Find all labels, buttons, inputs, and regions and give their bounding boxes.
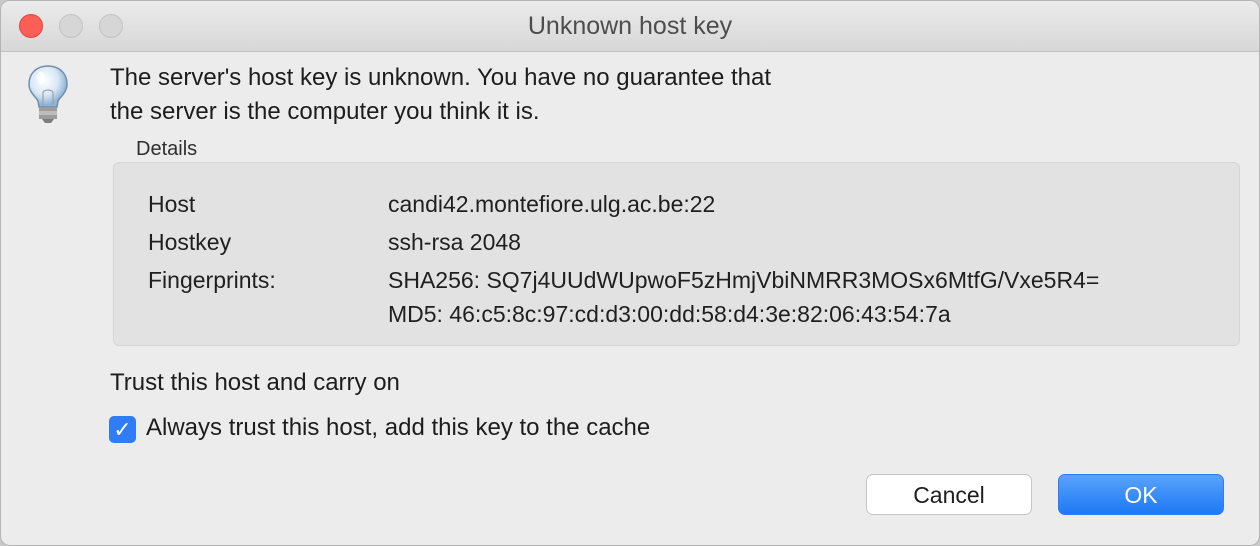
details-group-label: Details — [136, 138, 198, 160]
title-bar[interactable]: Unknown host key — [1, 1, 1259, 52]
warning-message-line-2: the server is the computer you think it … — [110, 98, 540, 125]
window-title: Unknown host key — [527, 12, 733, 40]
always-trust-checkbox[interactable]: ✓ — [109, 416, 136, 443]
checkmark-icon: ✓ — [113, 417, 132, 442]
sha256-fingerprint: SHA256: SQ7j4UUdWUpwoF5zHmjVbiNMRR3MOSx6… — [388, 267, 1100, 293]
hostkey-label: Hostkey — [148, 229, 232, 255]
host-value: candi42.montefiore.ulg.ac.be:22 — [388, 191, 716, 217]
warning-message-line-1: The server's host key is unknown. You ha… — [110, 64, 772, 91]
lightbulb-icon — [28, 65, 68, 123]
cancel-button[interactable]: Cancel — [866, 474, 1032, 515]
fingerprints-label: Fingerprints: — [148, 267, 276, 293]
md5-fingerprint: MD5: 46:c5:8c:97:cd:d3:00:dd:58:d4:3e:82… — [388, 301, 951, 327]
warning-message: The server's host key is unknown. You ha… — [110, 61, 771, 129]
trust-heading: Trust this host and carry on — [110, 369, 400, 396]
unknown-host-key-dialog: Unknown host key The server's host key i… — [0, 0, 1260, 546]
details-box: Host candi42.montefiore.ulg.ac.be:22 Hos… — [113, 162, 1240, 346]
always-trust-label[interactable]: Always trust this host, add this key to … — [146, 414, 650, 442]
ok-button[interactable]: OK — [1058, 474, 1224, 515]
host-label: Host — [148, 191, 196, 217]
hostkey-value: ssh-rsa 2048 — [388, 229, 521, 255]
